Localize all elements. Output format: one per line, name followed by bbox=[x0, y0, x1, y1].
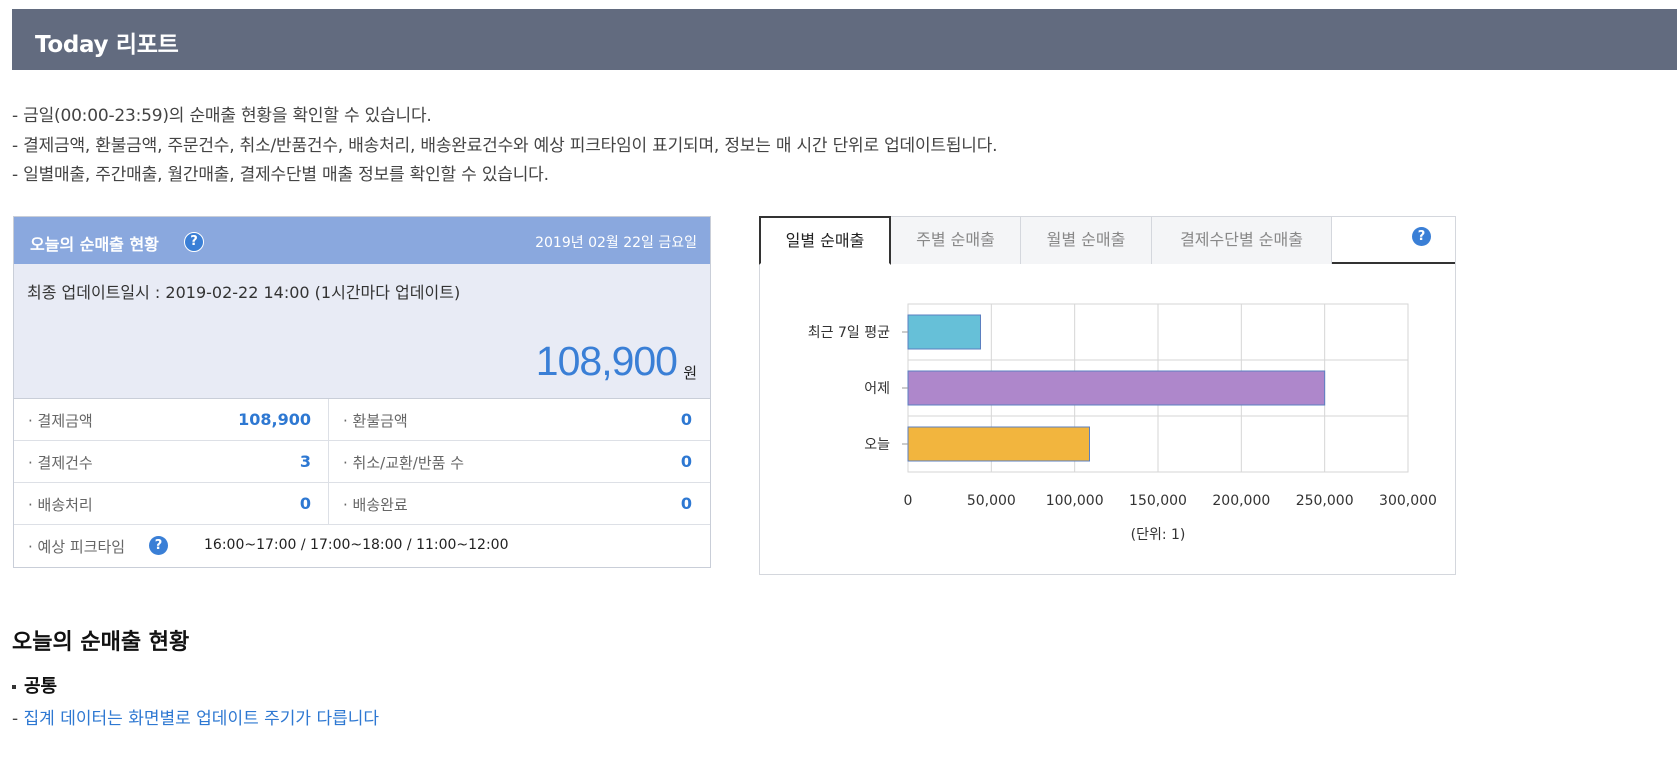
description-line-3: - 일별매출, 주간매출, 월간매출, 결제수단별 매출 정보를 확인할 수 있… bbox=[12, 165, 549, 185]
payment-amount-value: 108,900 bbox=[238, 410, 311, 429]
description-line-1: - 금일(00:00-23:59)의 순매출 현황을 확인할 수 있습니다. bbox=[12, 106, 432, 126]
peak-time-value: 16:00~17:00 / 17:00~18:00 / 11:00~12:00 bbox=[204, 537, 509, 553]
tab-daily-sales[interactable]: 일별 순매출 bbox=[759, 216, 891, 265]
peak-time-row: · 예상 피크타임 ? 16:00~17:00 / 17:00~18:00 / … bbox=[14, 525, 710, 567]
delivered-value: 0 bbox=[680, 494, 692, 513]
bar bbox=[907, 314, 981, 350]
bar bbox=[907, 370, 1326, 406]
shipping-value: 0 bbox=[299, 494, 311, 513]
description-line-2: - 결제금액, 환불금액, 주문건수, 취소/반품건수, 배송처리, 배송완료건… bbox=[12, 136, 998, 156]
payment-amount-label: · 결제금액 bbox=[28, 412, 93, 430]
refund-amount-value: 0 bbox=[680, 410, 692, 429]
chart-tabs: 일별 순매출 주별 순매출 월별 순매출 결제수단별 순매출 bbox=[759, 216, 1455, 265]
page-title: Today 리포트 bbox=[35, 32, 179, 58]
help-icon[interactable]: ? bbox=[184, 232, 204, 252]
update-note: - 집계 데이터는 화면별로 업데이트 주기가 다릅니다 bbox=[12, 704, 379, 729]
summary-panel-header: 오늘의 순매출 현황 ? 2019년 02월 22일 금요일 bbox=[14, 217, 710, 264]
tab-payment-method-sales[interactable]: 결제수단별 순매출 bbox=[1152, 217, 1332, 264]
payment-count-label: · 결제건수 bbox=[28, 454, 93, 472]
x-tick-label: 0 bbox=[904, 493, 913, 509]
summary-row: · 결제금액 108,900 · 환불금액 0 bbox=[14, 399, 710, 441]
x-tick-label: 100,000 bbox=[1046, 493, 1104, 509]
sales-summary-panel: 오늘의 순매출 현황 ? 2019년 02월 22일 금요일 최종 업데이트일시… bbox=[13, 216, 711, 568]
cancel-count-value: 0 bbox=[680, 452, 692, 471]
refund-amount-label: · 환불금액 bbox=[343, 412, 408, 430]
y-category-label: 오늘 bbox=[864, 437, 890, 453]
refund-amount-cell: · 환불금액 0 bbox=[329, 399, 710, 440]
sub-title-text: 공통 bbox=[24, 676, 58, 697]
y-category-label: 어제 bbox=[864, 381, 890, 397]
note-dash: - bbox=[12, 709, 24, 729]
x-tick-label: 50,000 bbox=[967, 493, 1016, 509]
bullet-square-icon bbox=[12, 685, 16, 689]
update-note-text[interactable]: 집계 데이터는 화면별로 업데이트 주기가 다릅니다 bbox=[24, 709, 379, 729]
x-axis-unit-label: (단위: 1) bbox=[1131, 527, 1186, 543]
x-tick-label: 200,000 bbox=[1212, 493, 1270, 509]
help-icon[interactable]: ? bbox=[1412, 227, 1431, 246]
section-title: 오늘의 순매출 현황 bbox=[12, 630, 190, 655]
shipping-label: · 배송처리 bbox=[28, 496, 93, 514]
cancel-count-label: · 취소/교환/반품 수 bbox=[343, 454, 465, 472]
delivered-label: · 배송완료 bbox=[343, 496, 408, 514]
x-tick-label: 300,000 bbox=[1379, 493, 1437, 509]
tab-weekly-sales[interactable]: 주별 순매출 bbox=[891, 217, 1021, 264]
help-icon[interactable]: ? bbox=[149, 536, 168, 555]
x-tick-label: 250,000 bbox=[1296, 493, 1354, 509]
summary-total-area: 최종 업데이트일시 : 2019-02-22 14:00 (1시간마다 업데이트… bbox=[14, 264, 710, 399]
daily-sales-bar-chart: 0 50,000 100,000 150,000 200,000 250,000 300,0… bbox=[808, 303, 1437, 543]
last-update-text: 최종 업데이트일시 : 2019-02-22 14:00 (1시간마다 업데이트… bbox=[27, 283, 461, 302]
cancel-count-cell: · 취소/교환/반품 수 0 bbox=[329, 441, 710, 482]
summary-row: · 배송처리 0 · 배송완료 0 bbox=[14, 483, 710, 525]
payment-amount-cell: · 결제금액 108,900 bbox=[14, 399, 329, 440]
total-sales-amount: 108,900 bbox=[535, 338, 678, 384]
delivered-cell: · 배송완료 0 bbox=[329, 483, 710, 524]
peak-time-label: · 예상 피크타임 bbox=[28, 538, 126, 556]
payment-count-cell: · 결제건수 3 bbox=[14, 441, 329, 482]
y-category-label: 최근 7일 평균 bbox=[808, 325, 890, 341]
x-tick-label: 150,000 bbox=[1129, 493, 1187, 509]
page-header: Today 리포트 bbox=[12, 9, 1677, 70]
summary-date: 2019년 02월 22일 금요일 bbox=[535, 235, 697, 251]
sales-chart-panel: 일별 순매출 주별 순매출 월별 순매출 결제수단별 순매출 ? 0 50,000… bbox=[759, 216, 1456, 575]
summary-row: · 결제건수 3 · 취소/교환/반품 수 0 bbox=[14, 441, 710, 483]
currency-unit: 원 bbox=[683, 364, 697, 382]
bar bbox=[907, 426, 1090, 462]
payment-count-value: 3 bbox=[299, 452, 311, 471]
shipping-cell: · 배송처리 0 bbox=[14, 483, 329, 524]
summary-panel-title: 오늘의 순매출 현황 bbox=[30, 235, 159, 254]
sub-title: 공통 bbox=[12, 672, 57, 698]
tab-monthly-sales[interactable]: 월별 순매출 bbox=[1021, 217, 1152, 264]
